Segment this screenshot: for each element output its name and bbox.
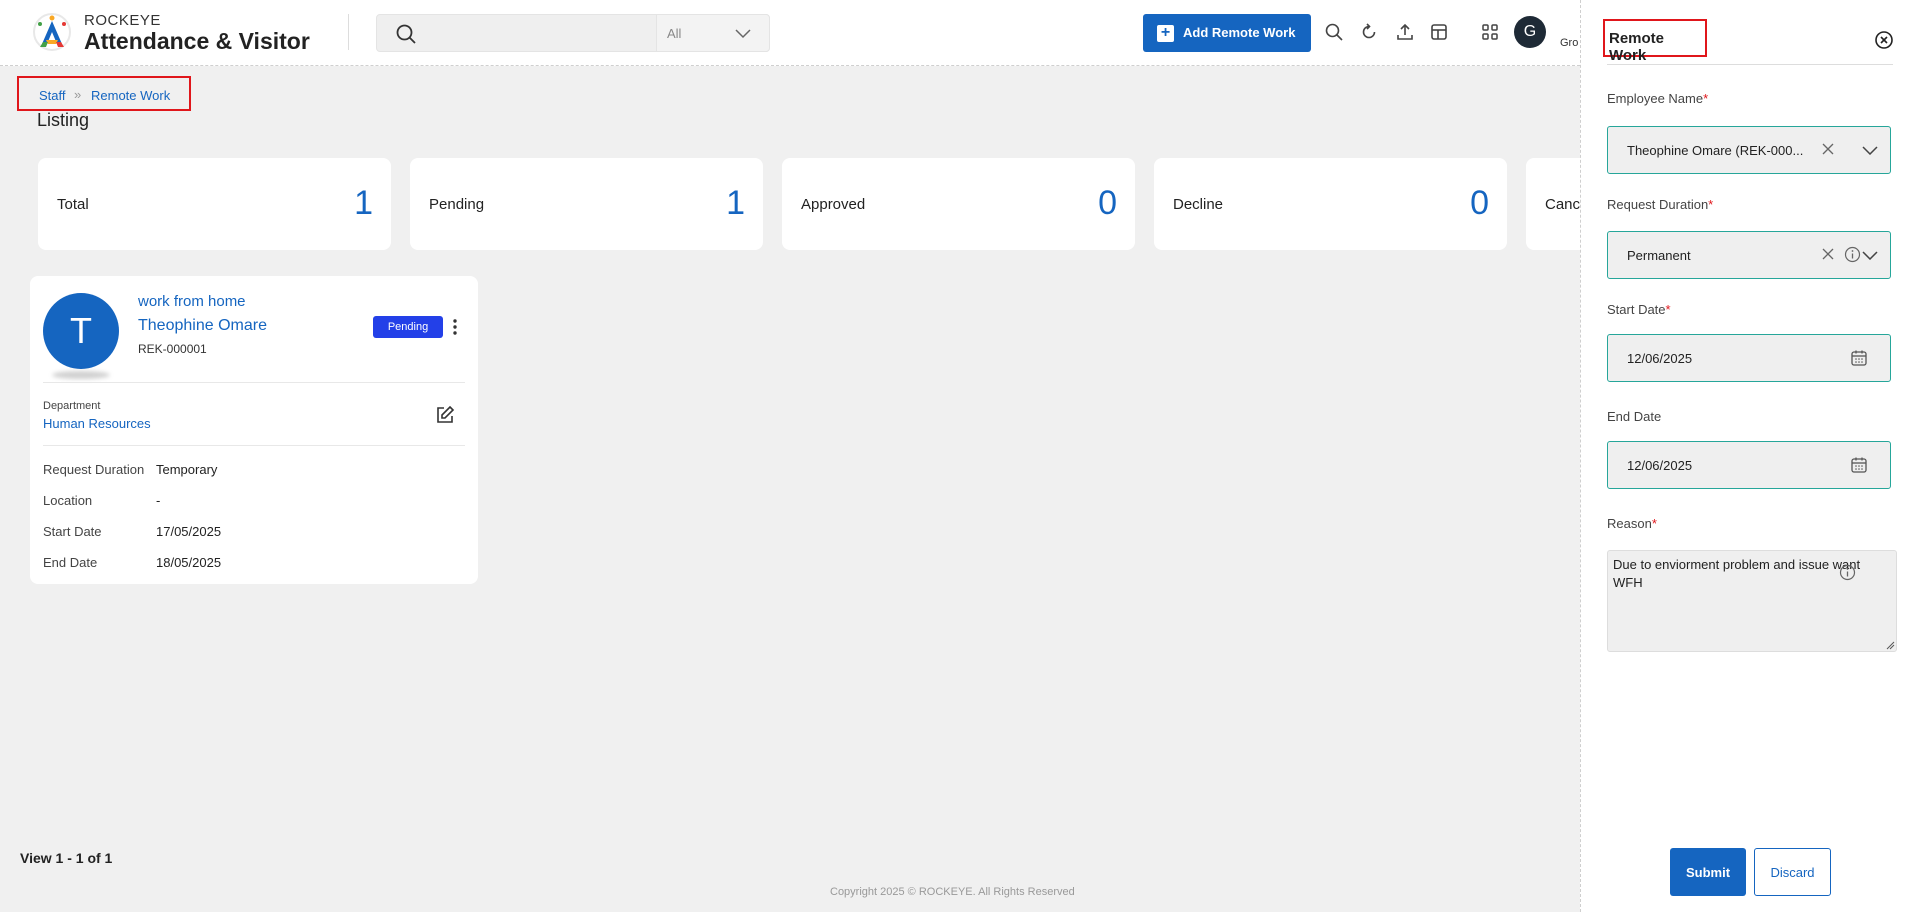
- resize-handle-icon[interactable]: [1885, 640, 1895, 650]
- page-title: Listing: [37, 110, 90, 130]
- stat-value: 0: [1470, 184, 1489, 222]
- upload-icon[interactable]: [1395, 22, 1415, 42]
- chevron-down-icon: [1862, 146, 1878, 155]
- remote-work-panel: Remote Work Employee Name* Theophine Oma…: [1580, 0, 1920, 912]
- search-filter-select[interactable]: All: [656, 14, 770, 52]
- employee-name[interactable]: Theophine Omare: [138, 317, 267, 335]
- search-icon[interactable]: [1324, 22, 1344, 42]
- employee-name-value: Theophine Omare (REK-000...: [1627, 143, 1804, 158]
- start-date-input[interactable]: 12/06/2025: [1607, 334, 1891, 382]
- user-avatar[interactable]: G: [1514, 16, 1546, 48]
- stat-label: Approved: [801, 196, 866, 213]
- breadcrumb-remote-work[interactable]: Remote Work: [91, 88, 170, 103]
- department-label: Department: [43, 400, 101, 412]
- avatar-shadow: [52, 371, 110, 379]
- refresh-icon[interactable]: [1359, 22, 1379, 42]
- request-duration-value: Temporary: [156, 462, 218, 477]
- end-date-label-text: End Date: [1607, 409, 1662, 424]
- apps-grid-icon[interactable]: [1480, 22, 1500, 42]
- rockeye-logo-icon: [33, 13, 71, 51]
- request-duration-label: Request Duration: [43, 462, 145, 477]
- brand-title: Attendance & Visitor: [84, 28, 310, 54]
- start-date-label: Start Date: [43, 524, 102, 539]
- calendar-icon[interactable]: [1850, 349, 1868, 367]
- start-date-field-label: Start Date*: [1607, 302, 1671, 317]
- stat-value: 1: [726, 184, 745, 222]
- request-type[interactable]: work from home: [138, 293, 246, 310]
- start-date-input-value: 12/06/2025: [1627, 351, 1693, 366]
- end-date-label: End Date: [43, 555, 98, 570]
- remote-work-card: T work from home Theophine Omare REK-000…: [30, 276, 478, 584]
- panel-divider: [1607, 64, 1893, 65]
- request-duration-select[interactable]: Permanent: [1607, 231, 1891, 279]
- required-mark: *: [1651, 516, 1657, 531]
- copyright: Copyright 2025 © ROCKEYE. All Rights Res…: [830, 886, 1075, 898]
- calendar-icon[interactable]: [1850, 456, 1868, 474]
- brand-subtitle: ROCKEYE: [84, 12, 161, 29]
- required-mark: *: [1703, 91, 1709, 106]
- reason-field-label: Reason*: [1607, 516, 1657, 531]
- end-date-input-value: 12/06/2025: [1627, 458, 1693, 473]
- location-label: Location: [43, 493, 93, 508]
- card-divider: [43, 445, 465, 446]
- user-name[interactable]: Gro: [1560, 37, 1580, 49]
- request-duration-select-value: Permanent: [1627, 248, 1691, 263]
- stat-card-approved[interactable]: Approved 0: [782, 158, 1135, 250]
- start-date-label-text: Start Date: [1607, 302, 1666, 317]
- breadcrumb-staff[interactable]: Staff: [39, 88, 66, 103]
- header-divider: [348, 14, 349, 50]
- department-value: Human Resources: [43, 416, 151, 431]
- employee-name-select[interactable]: Theophine Omare (REK-000...: [1607, 126, 1891, 174]
- chevron-down-icon: [735, 29, 751, 39]
- stat-card-decline[interactable]: Decline 0: [1154, 158, 1507, 250]
- info-icon[interactable]: [1839, 564, 1856, 581]
- edit-icon[interactable]: [434, 404, 456, 426]
- panel-title-box: Remote Work: [1603, 19, 1707, 64]
- close-icon[interactable]: [1874, 30, 1894, 50]
- stat-label: Decline: [1173, 196, 1224, 213]
- more-options-icon[interactable]: [449, 316, 461, 338]
- chevron-down-icon: [1862, 251, 1878, 260]
- required-mark: *: [1708, 197, 1714, 212]
- stat-label: Total: [57, 196, 89, 213]
- clear-icon[interactable]: [1822, 248, 1834, 260]
- employee-name-label: Employee Name*: [1607, 91, 1708, 106]
- search-icon: [396, 24, 416, 44]
- table-layout-icon[interactable]: [1429, 22, 1449, 42]
- search-filter-label: All: [667, 26, 682, 41]
- reason-label-text: Reason: [1607, 516, 1652, 531]
- stat-value: 1: [354, 184, 373, 222]
- status-badge: Pending: [373, 316, 443, 338]
- card-divider: [43, 382, 465, 383]
- request-duration-field-label: Request Duration*: [1607, 197, 1713, 212]
- start-date-value: 17/05/2025: [156, 524, 222, 539]
- end-date-field-label: End Date: [1607, 409, 1661, 424]
- discard-button[interactable]: Discard: [1754, 848, 1831, 896]
- stat-label: Canc: [1545, 196, 1581, 213]
- add-remote-work-label: Add Remote Work: [1183, 25, 1296, 40]
- avatar: T: [43, 293, 119, 369]
- submit-button[interactable]: Submit: [1670, 848, 1746, 896]
- plus-icon: +: [1157, 25, 1174, 42]
- breadcrumb-separator: »: [74, 87, 82, 102]
- breadcrumb: Staff » Remote Work: [17, 76, 191, 111]
- end-date-input[interactable]: 12/06/2025: [1607, 441, 1891, 489]
- add-remote-work-button[interactable]: + Add Remote Work: [1143, 14, 1311, 52]
- panel-title: Remote Work: [1609, 30, 1665, 64]
- stat-label: Pending: [429, 196, 485, 213]
- stat-card-pending[interactable]: Pending 1: [410, 158, 763, 250]
- pagination-info: View 1 - 1 of 1: [20, 850, 113, 866]
- stat-card-total[interactable]: Total 1: [38, 158, 391, 250]
- location-value: -: [156, 493, 161, 508]
- top-header: ROCKEYE Attendance & Visitor All + Add R…: [0, 0, 1580, 66]
- request-duration-label-text: Request Duration: [1607, 197, 1709, 212]
- required-mark: *: [1665, 302, 1671, 317]
- stat-value: 0: [1098, 184, 1117, 222]
- stat-card-cancelled[interactable]: Canc: [1526, 158, 1580, 250]
- clear-icon[interactable]: [1822, 143, 1834, 155]
- employee-id: REK-000001: [138, 342, 207, 356]
- info-icon[interactable]: [1844, 246, 1861, 263]
- end-date-value: 18/05/2025: [156, 555, 222, 570]
- employee-name-label-text: Employee Name: [1607, 91, 1704, 106]
